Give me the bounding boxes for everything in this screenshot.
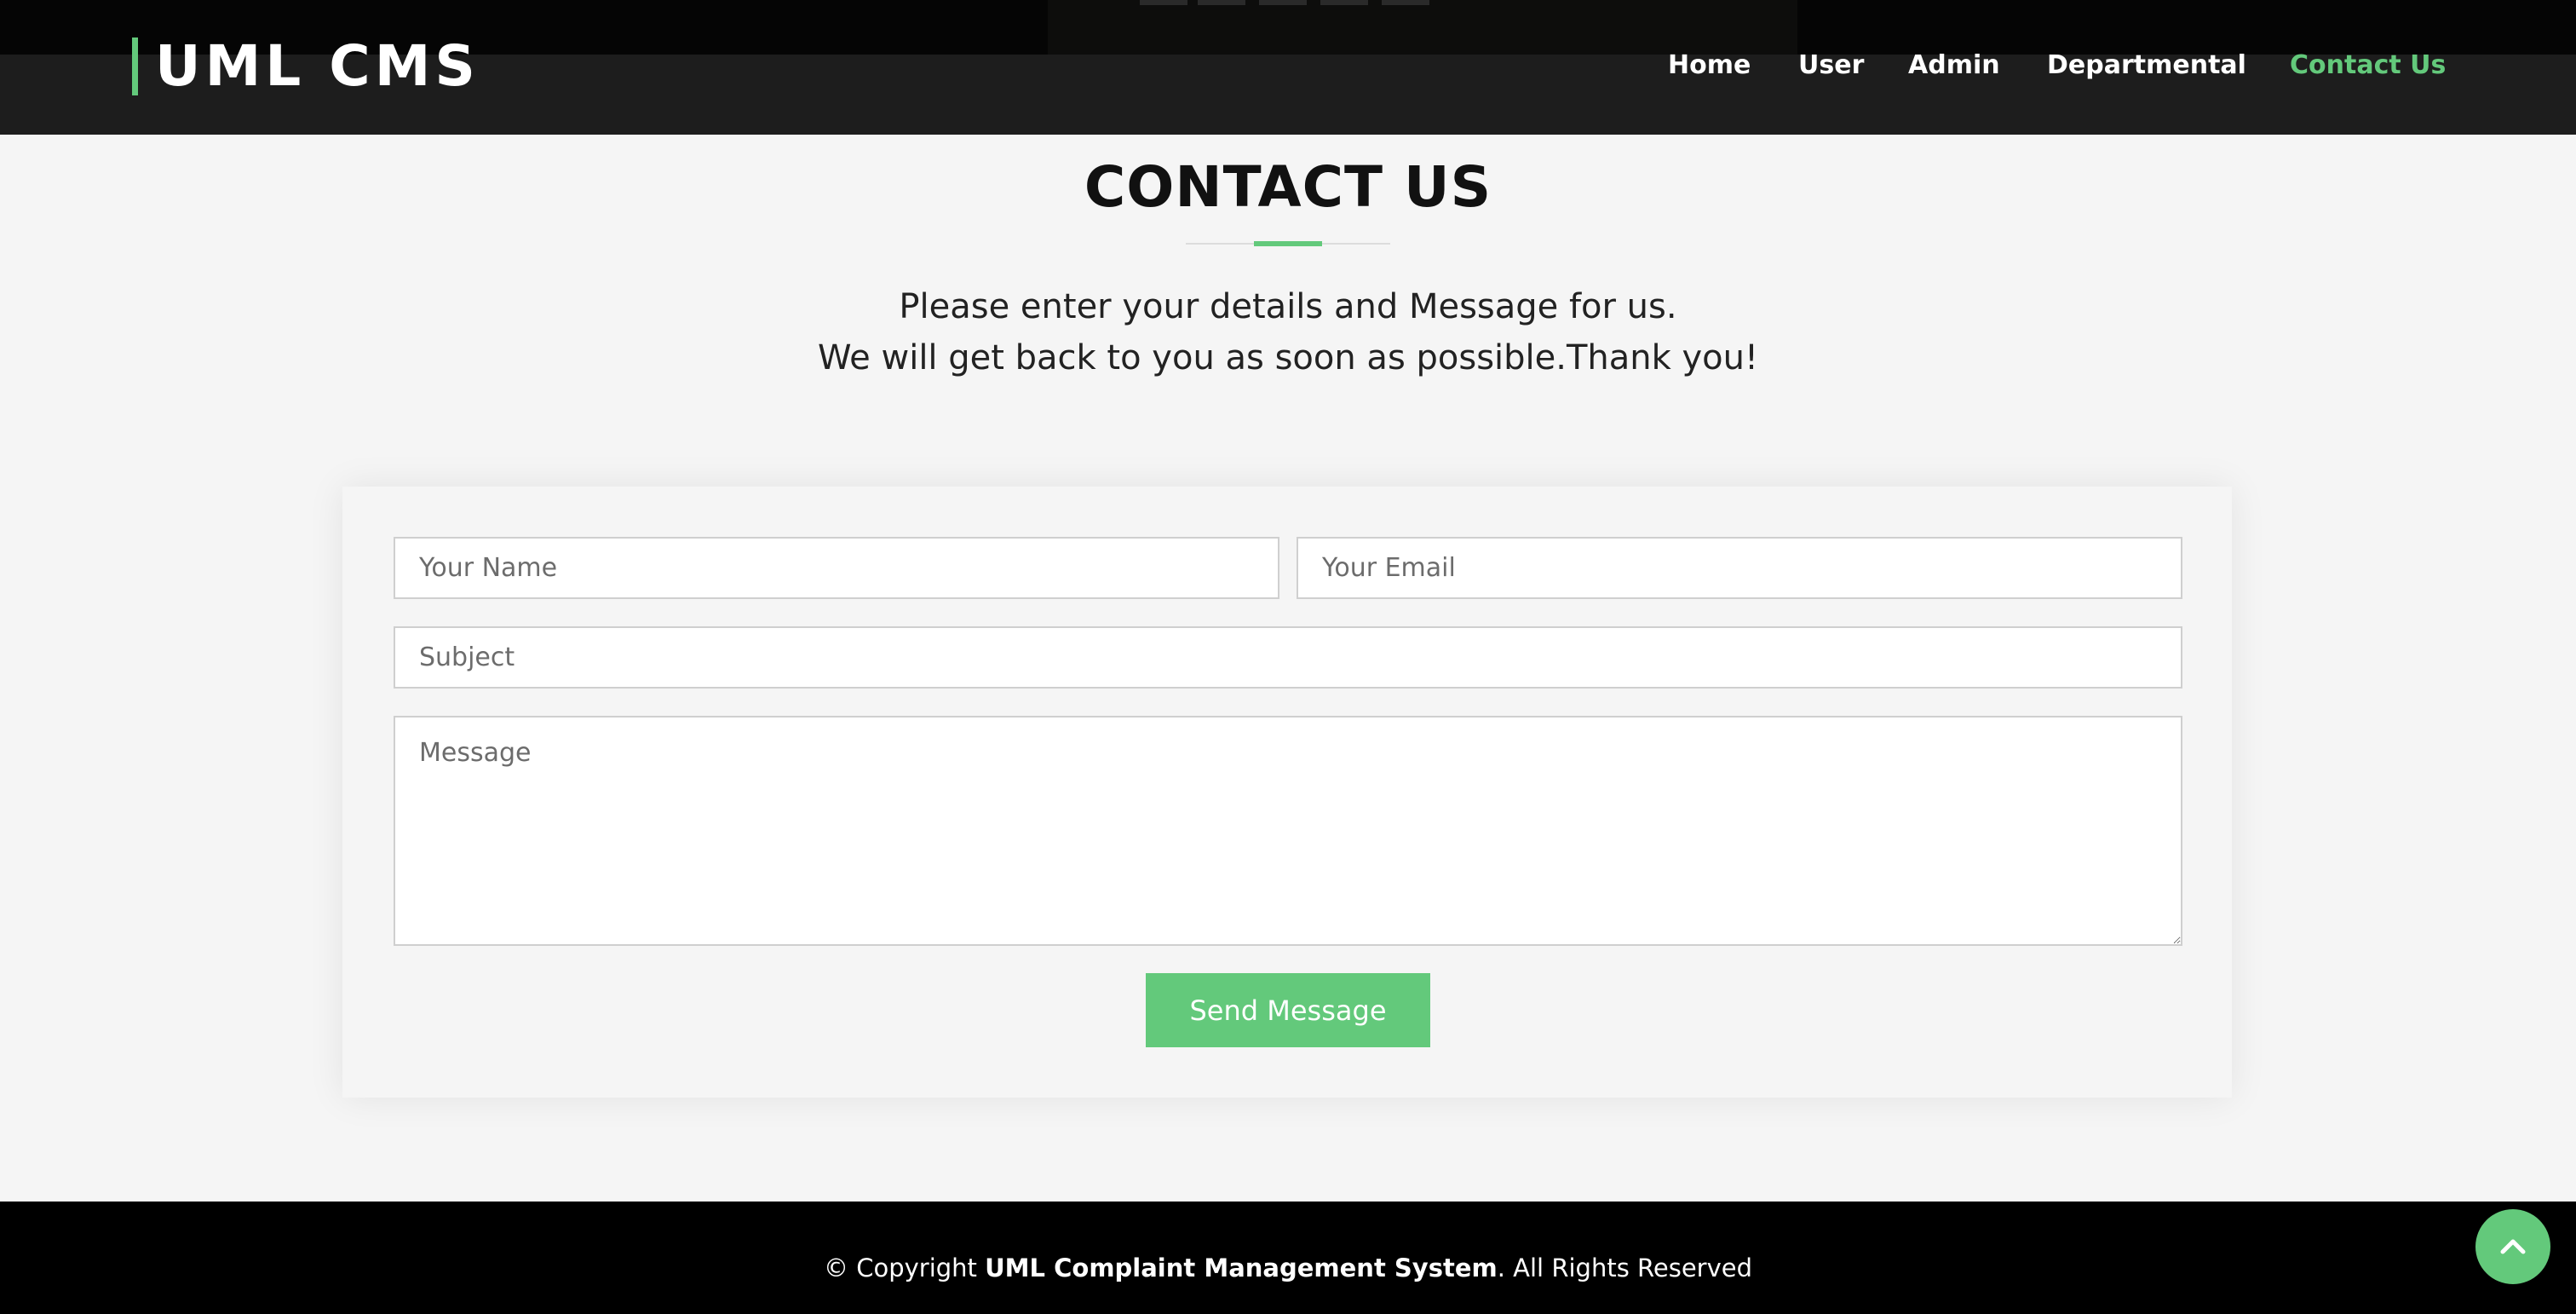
intro-line-1: Please enter your details and Message fo…	[899, 287, 1677, 326]
nav-user[interactable]: User	[1798, 44, 1864, 87]
contact-intro: Please enter your details and Message fo…	[0, 281, 2576, 383]
copyright-site-name: UML Complaint Management System	[985, 1253, 1498, 1282]
site-header: UML CMS Home User Admin Departmental Con…	[0, 0, 2576, 135]
nav-home[interactable]: Home	[1668, 44, 1751, 87]
intro-line-2: We will get back to you as soon as possi…	[817, 338, 1759, 377]
subject-input[interactable]	[394, 626, 2182, 689]
name-input[interactable]	[394, 537, 1279, 599]
site-footer: © Copyright UML Complaint Management Sys…	[0, 1202, 2576, 1314]
copyright-prefix: © Copyright	[823, 1253, 986, 1282]
main-navigation: Home User Admin Departmental Contact Us	[0, 44, 2576, 87]
message-textarea[interactable]	[394, 716, 2182, 946]
background-light-fixture	[1320, 0, 1368, 5]
nav-admin[interactable]: Admin	[1908, 44, 2000, 87]
title-divider-accent	[1254, 241, 1322, 246]
chevron-up-icon	[2500, 1239, 2526, 1254]
back-to-top-button[interactable]	[2475, 1209, 2550, 1284]
background-light-fixture	[1198, 0, 1245, 5]
copyright-text: © Copyright UML Complaint Management Sys…	[0, 1251, 2576, 1285]
send-message-button[interactable]: Send Message	[1146, 973, 1430, 1047]
nav-departmental[interactable]: Departmental	[2047, 44, 2246, 87]
nav-contact-us[interactable]: Contact Us	[2290, 44, 2446, 87]
background-light-fixture	[1259, 0, 1307, 5]
background-light-fixture	[1140, 0, 1187, 5]
copyright-suffix: . All Rights Reserved	[1497, 1253, 1752, 1282]
background-light-fixture	[1382, 0, 1429, 5]
email-input[interactable]	[1297, 537, 2182, 599]
page-title: CONTACT US	[1084, 154, 1492, 220]
